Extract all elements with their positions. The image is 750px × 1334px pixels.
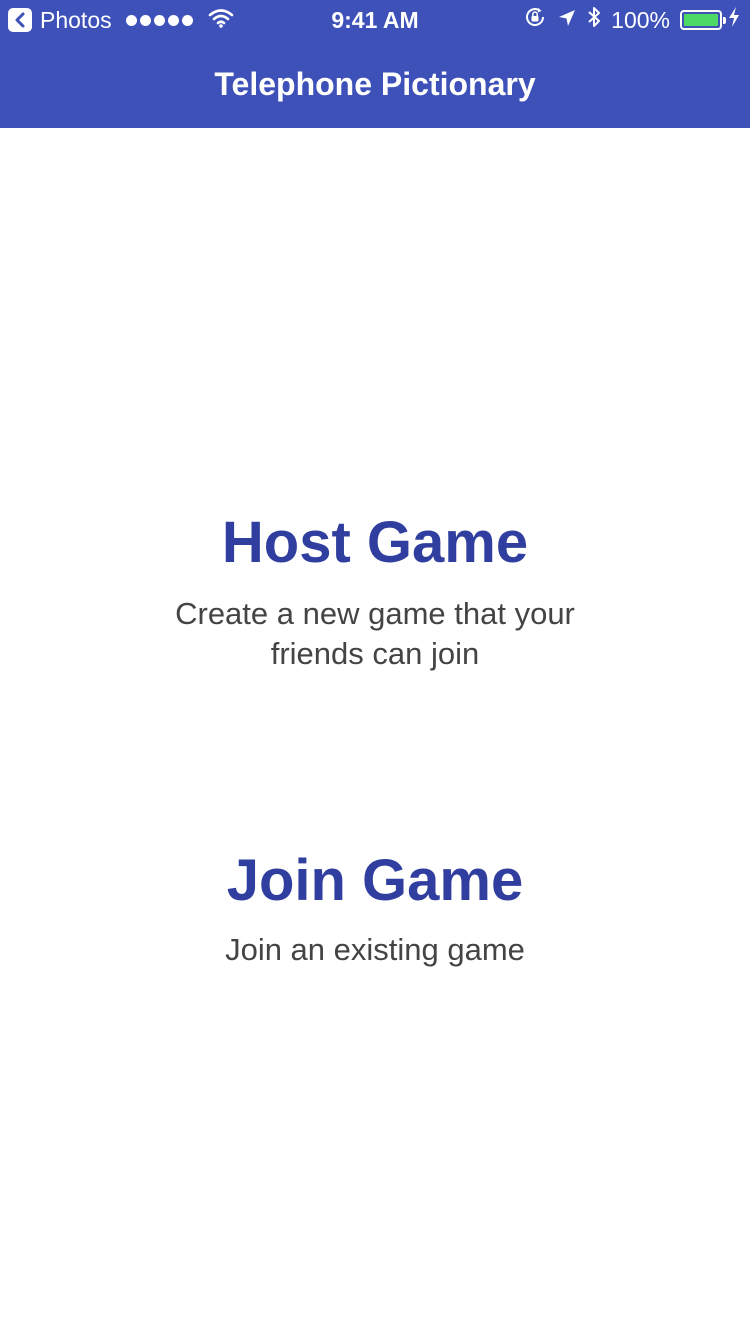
- bluetooth-icon: [587, 5, 601, 35]
- location-arrow-icon: [557, 7, 577, 34]
- host-game-description[interactable]: Create a new game that your friends can …: [140, 594, 610, 674]
- battery-cap: [723, 17, 726, 24]
- signal-dot: [167, 14, 179, 26]
- status-bar-right: 100%: [513, 6, 740, 34]
- signal-dot: [181, 14, 193, 26]
- join-game-button[interactable]: Join Game Join an existing game: [0, 846, 750, 970]
- join-game-title[interactable]: Join Game: [0, 846, 750, 916]
- status-bar-left: Photos: [8, 6, 234, 34]
- signal-strength-icon: [125, 14, 196, 26]
- charging-bolt-icon: [728, 6, 740, 34]
- battery-level-fill: [684, 14, 718, 26]
- status-bar: Photos 9:41 AM 100%: [0, 0, 750, 40]
- back-to-app-label[interactable]: Photos: [40, 7, 112, 34]
- host-game-button[interactable]: Host Game Create a new game that your fr…: [0, 508, 750, 674]
- join-game-description[interactable]: Join an existing game: [140, 930, 610, 970]
- page-title: Telephone Pictionary: [214, 66, 536, 102]
- signal-dot: [139, 14, 151, 26]
- battery-icon: [680, 10, 726, 30]
- signal-dot: [153, 14, 165, 26]
- host-game-title[interactable]: Host Game: [0, 508, 750, 578]
- orientation-lock-icon: [523, 5, 547, 35]
- signal-dot: [125, 14, 137, 26]
- battery-percentage: 100%: [611, 6, 670, 33]
- back-to-app-icon[interactable]: [8, 8, 32, 32]
- wifi-icon: [208, 7, 234, 34]
- app-header: Photos 9:41 AM 100% Telephone Pictionary: [0, 0, 750, 128]
